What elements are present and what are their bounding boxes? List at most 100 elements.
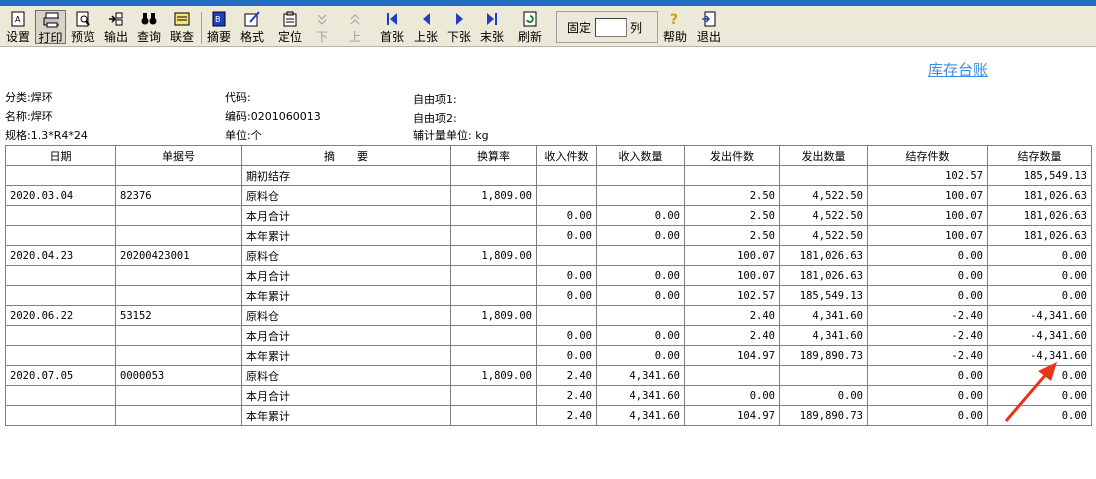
table-cell — [596, 185, 685, 206]
table-cell: 0.00 — [536, 205, 597, 226]
table-cell — [450, 205, 537, 226]
table-header-row: 日期 单据号 摘 要 换算率 收入件数 收入数量 发出件数 发出数量 结存件数 … — [5, 145, 1092, 166]
inventory-ledger-table: 日期 单据号 摘 要 换算率 收入件数 收入数量 发出件数 发出数量 结存件数 … — [5, 145, 1092, 426]
down-label: 下 — [315, 30, 328, 44]
table-row[interactable]: 本月合计 0.00 0.00 2.40 4,341.60 -2.40 -4,341.60 — [5, 325, 1092, 346]
preview-button[interactable]: 预览 — [69, 10, 97, 44]
table-row[interactable]: 本年累计 0.00 0.00 102.57 185,549.13 0.00 0.00 — [5, 285, 1092, 306]
table-cell — [450, 285, 537, 306]
table-cell: 0.00 — [536, 325, 597, 346]
next-page-button[interactable]: 下张 — [443, 10, 475, 44]
table-row[interactable]: 本月合计 0.00 0.00 2.50 4,522.50 100.07 181,026.63 — [5, 205, 1092, 226]
prev-page-button[interactable]: 上张 — [410, 10, 442, 44]
table-cell: 4,341.60 — [779, 305, 868, 326]
table-cell: 100.07 — [867, 185, 988, 206]
table-cell: 2020.06.22 — [5, 305, 116, 326]
table-cell: 20200423001 — [115, 245, 242, 266]
table-cell: 100.07 — [867, 205, 988, 226]
column-header[interactable]: 发出数量 — [779, 145, 868, 166]
table-cell: 4,522.50 — [779, 205, 868, 226]
table-cell: 0.00 — [536, 265, 597, 286]
table-row[interactable]: 期初结存 102.57 185,549.13 — [5, 165, 1092, 186]
column-header[interactable]: 换算率 — [450, 145, 537, 166]
fix-columns-input[interactable] — [595, 17, 628, 37]
table-cell: 原料仓 — [241, 245, 451, 266]
fix-columns-label: 固定 — [567, 20, 592, 35]
table-row[interactable]: 本年累计 0.00 0.00 104.97 189,890.73 -2.40 -4,341.… — [5, 345, 1092, 366]
item-name-text: 名称:焊环 — [5, 110, 53, 123]
table-cell — [684, 365, 780, 386]
table-row[interactable]: 本年累计 2.40 4,341.60 104.97 189,890.73 0.00 0.00 — [5, 405, 1092, 426]
table-cell — [450, 345, 537, 366]
format-button[interactable]: 格式 — [237, 10, 267, 44]
format-icon — [244, 11, 260, 27]
linked-query-icon — [174, 11, 190, 27]
table-cell: 本月合计 — [241, 385, 451, 406]
help-button[interactable]: ? 帮助 — [660, 10, 690, 44]
table-cell — [596, 245, 685, 266]
locate-button[interactable]: 定位 — [275, 10, 305, 44]
down-button[interactable]: 下 — [309, 10, 335, 44]
free-item2-text: 自由项2: — [413, 112, 457, 125]
table-cell: 189,890.73 — [779, 405, 868, 426]
query-label: 查询 — [136, 30, 161, 44]
first-page-button[interactable]: 首张 — [376, 10, 408, 44]
export-icon — [108, 11, 124, 27]
refresh-button[interactable]: 刷新 — [514, 10, 546, 44]
table-cell: 本年累计 — [241, 405, 451, 426]
column-header[interactable]: 收入件数 — [536, 145, 597, 166]
table-cell: 原料仓 — [241, 305, 451, 326]
first-page-label: 首张 — [379, 30, 404, 44]
fix-columns-group: 固定 列 — [556, 11, 658, 43]
svg-text:?: ? — [670, 12, 678, 27]
table-row[interactable]: 本年累计 0.00 0.00 2.50 4,522.50 100.07 181,026.63 — [5, 225, 1092, 246]
column-header[interactable]: 摘 要 — [241, 145, 451, 166]
refresh-icon — [522, 11, 538, 27]
column-header[interactable]: 日期 — [5, 145, 116, 166]
table-cell: 1,809.00 — [450, 305, 537, 326]
table-row[interactable]: 2020.03.04 82376 原料仓 1,809.00 2.50 4,522.50 10… — [5, 185, 1092, 206]
table-cell: 185,549.13 — [779, 285, 868, 306]
table-cell — [450, 265, 537, 286]
table-cell: 104.97 — [684, 405, 780, 426]
table-cell: 102.57 — [867, 165, 988, 186]
summary-icon: B — [211, 11, 227, 27]
svg-text:A: A — [15, 15, 21, 24]
column-header[interactable]: 结存数量 — [987, 145, 1092, 166]
last-page-button[interactable]: 末张 — [476, 10, 508, 44]
spec-text: 规格:1.3*R4*24 — [5, 129, 88, 142]
table-cell: 4,341.60 — [779, 325, 868, 346]
print-button[interactable]: 打印 — [35, 10, 66, 45]
table-row[interactable]: 2020.07.05 0000053 原料仓 1,809.00 2.40 4,341.60… — [5, 365, 1092, 386]
table-cell: 0.00 — [987, 265, 1092, 286]
settings-button[interactable]: A 设置 — [4, 10, 32, 44]
column-header[interactable]: 收入数量 — [596, 145, 685, 166]
table-cell — [115, 405, 242, 426]
column-header[interactable]: 发出件数 — [684, 145, 780, 166]
column-header[interactable]: 结存件数 — [867, 145, 988, 166]
report-title[interactable]: 库存台账 — [928, 59, 988, 80]
next-page-label: 下张 — [446, 30, 471, 44]
summary-button[interactable]: B 摘要 — [205, 10, 233, 44]
table-cell: 0.00 — [536, 225, 597, 246]
table-cell: 0.00 — [867, 265, 988, 286]
table-cell: 0.00 — [596, 265, 685, 286]
table-cell — [536, 305, 597, 326]
table-row[interactable]: 2020.06.22 53152 原料仓 1,809.00 2.40 4,341.60 -2… — [5, 305, 1092, 326]
table-cell: 181,026.63 — [779, 245, 868, 266]
linked-query-button[interactable]: 联查 — [167, 10, 197, 44]
column-header[interactable]: 单据号 — [115, 145, 242, 166]
query-button[interactable]: 查询 — [134, 10, 164, 44]
table-cell — [5, 345, 116, 366]
table-row[interactable]: 本月合计 0.00 0.00 100.07 181,026.63 0.00 0.00 — [5, 265, 1092, 286]
exit-button[interactable]: 退出 — [694, 10, 724, 44]
table-cell — [536, 185, 597, 206]
table-row[interactable]: 本月合计 2.40 4,341.60 0.00 0.00 0.00 0.00 — [5, 385, 1092, 406]
up-button[interactable]: 上 — [342, 10, 368, 44]
export-button[interactable]: 输出 — [101, 10, 131, 44]
table-cell: 0.00 — [987, 385, 1092, 406]
table-row[interactable]: 2020.04.23 20200423001 原料仓 1,809.00 100.07 18… — [5, 245, 1092, 266]
table-cell — [5, 225, 116, 246]
table-cell: 本年累计 — [241, 345, 451, 366]
locate-label: 定位 — [277, 30, 302, 44]
